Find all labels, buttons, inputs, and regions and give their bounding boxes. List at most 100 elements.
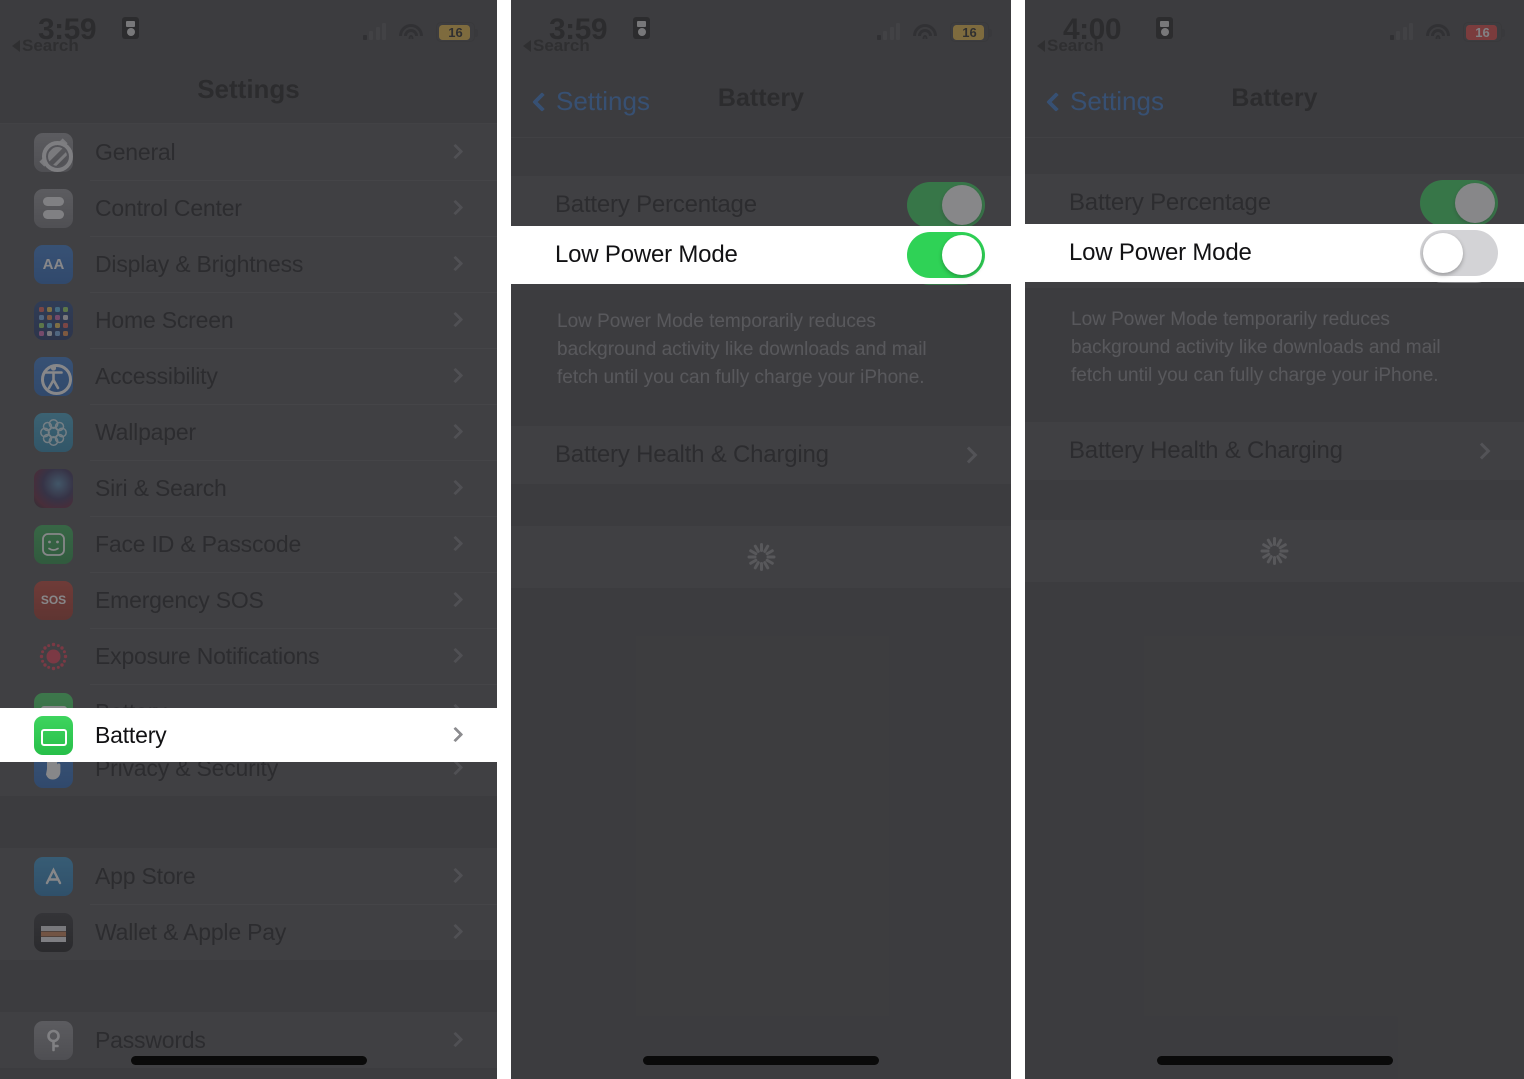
status-bar: 3:59 Search 16 [0,0,497,62]
status-bar: 4:00 Search 16 [1025,0,1524,62]
app-store-icon [34,856,73,896]
sidebar-item-emergency-sos[interactable]: SOS Emergency SOS [0,572,497,628]
wifi-icon [399,23,423,41]
sidebar-item-face-id-passcode[interactable]: Face ID & Passcode [0,516,497,572]
chevron-right-icon [447,423,464,440]
settings-group-main: General Control Center AA Display & Brig… [0,124,497,796]
cellular-bars-icon [1389,23,1413,40]
sidebar-item-wallet-apple-pay[interactable]: Wallet & Apple Pay [0,904,497,960]
loading-spinner-icon [1260,536,1290,566]
chevron-right-icon [447,143,464,160]
battery-health-card: Battery Health & Charging [511,426,1011,484]
lock-portrait-icon [1156,17,1173,39]
status-back-to-search[interactable]: Search [12,36,79,56]
low-power-mode-description: Low Power Mode temporarily reduces backg… [557,311,927,388]
sidebar-item-control-center[interactable]: Control Center [0,180,497,236]
panel-settings-list: 3:59 Search 16 Settings General Control … [0,0,497,1079]
battery-percentage-toggle[interactable] [907,181,985,228]
low-power-mode-description: Low Power Mode temporarily reduces backg… [1071,309,1441,386]
sidebar-item-siri-search[interactable]: Siri & Search [0,460,497,516]
sidebar-item-label: Display & Brightness [95,250,304,277]
chevron-right-icon [447,255,464,272]
panel-divider [1011,0,1025,1079]
sidebar-item-home-screen[interactable]: Home Screen [0,292,497,348]
wallet-icon [34,912,73,952]
chevron-right-icon [447,535,464,552]
chevron-right-icon [447,759,464,776]
highlight-band-low-power-mode[interactable]: Low Power Mode [1025,224,1524,282]
face-id-icon [34,524,73,564]
cellular-bars-icon [876,23,900,40]
sidebar-item-label: Exposure Notifications [95,642,320,669]
battery-level-text: 16 [1475,24,1490,40]
accessibility-icon [34,356,73,396]
highlighted-row-label: Battery [95,721,167,748]
exposure-notifications-icon [34,637,73,676]
panel-divider [497,0,511,1079]
chevron-right-icon [960,446,978,464]
low-power-mode-toggle[interactable] [1420,230,1498,276]
panel-battery-lpm-on: 3:59 Search 16 Settings Battery Battery … [511,0,1011,1079]
home-screen-grid-icon [34,300,73,340]
chevron-right-icon [447,479,464,496]
sidebar-item-app-store[interactable]: App Store [0,848,497,904]
battery-level-text: 16 [448,24,463,40]
row-battery-percentage[interactable]: Battery Percentage [511,176,1011,233]
settings-group-stores: App Store Wallet & Apple Pay [0,848,497,960]
sidebar-item-label: Accessibility [95,362,218,389]
status-back-label: Search [22,36,79,55]
highlight-band-low-power-mode[interactable]: Low Power Mode [511,226,1011,284]
control-center-icon [34,188,73,228]
key-passwords-icon [34,1020,73,1060]
battery-percentage-toggle[interactable] [1420,179,1498,226]
highlighted-row-label: Low Power Mode [555,241,738,268]
battery-status-icon: 16 [950,22,992,42]
page-title: Settings [197,74,300,104]
row-battery-percentage[interactable]: Battery Percentage [1025,174,1524,231]
row-battery-health-charging[interactable]: Battery Health & Charging [511,426,1011,484]
chevron-right-icon [447,1031,464,1048]
sidebar-item-label: Wallet & Apple Pay [95,918,287,945]
highlight-band-battery[interactable]: Battery [0,708,497,762]
sidebar-item-exposure-notifications[interactable]: Exposure Notifications [0,628,497,684]
battery-status-icon: 16 [436,22,478,42]
chevron-right-icon [447,591,464,608]
loading-spinner-icon [746,542,776,572]
status-back-label: Search [1047,36,1104,55]
sidebar-item-accessibility[interactable]: Accessibility [0,348,497,404]
status-bar: 3:59 Search 16 [511,0,1011,62]
wifi-icon [913,23,937,41]
status-back-to-search[interactable]: Search [1037,36,1104,56]
wallpaper-flower-icon [34,412,73,452]
aa-text-icon: AA [34,244,73,284]
sidebar-item-label: Siri & Search [95,474,227,501]
sidebar-item-label: Wallpaper [95,418,196,445]
chevron-right-icon [447,923,464,940]
sidebar-item-label: Home Screen [95,306,234,333]
sidebar-item-general[interactable]: General [0,124,497,180]
chevron-right-icon [447,867,464,884]
gear-icon [34,132,73,172]
battery-usage-loading-card [1025,520,1524,582]
home-indicator [1156,1056,1393,1065]
sidebar-item-label: General [95,138,176,165]
home-indicator [130,1056,367,1065]
row-battery-health-charging[interactable]: Battery Health & Charging [1025,422,1524,480]
sidebar-item-label: Control Center [95,194,242,221]
row-label: Battery Percentage [555,190,757,218]
row-label: Battery Percentage [1069,188,1271,216]
low-power-mode-toggle[interactable] [907,232,985,278]
chevron-right-icon [447,726,464,743]
sidebar-item-display-brightness[interactable]: AA Display & Brightness [0,236,497,292]
status-back-label: Search [533,36,590,55]
battery-health-card: Battery Health & Charging [1025,422,1524,480]
battery-status-icon: 16 [1463,22,1505,42]
chevron-right-icon [447,367,464,384]
sos-icon: SOS [34,580,73,620]
status-back-to-search[interactable]: Search [523,36,590,56]
nav-bar: Settings Battery [511,62,1011,138]
lock-portrait-icon [633,17,650,39]
nav-bar: Settings Battery [1025,62,1524,138]
sidebar-item-wallpaper[interactable]: Wallpaper [0,404,497,460]
chevron-right-icon [1473,442,1491,460]
